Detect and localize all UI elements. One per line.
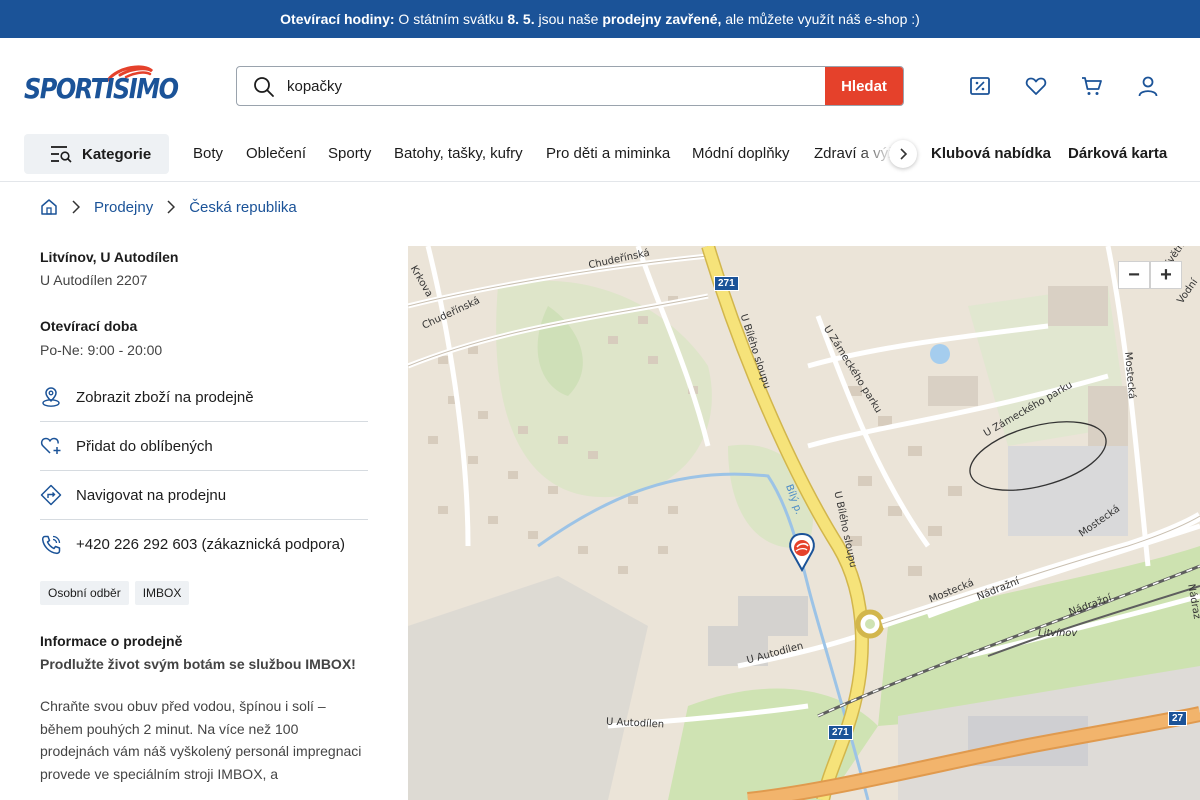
store-info-text: Chraňte svou obuv před vodou, špínou i s… [40,698,362,782]
announcement-date: 8. 5. [507,11,535,27]
cart-icon[interactable] [1080,74,1104,98]
add-to-favorites-link[interactable]: Přidat do oblíbených [40,422,368,471]
breadcrumb-prodejny[interactable]: Prodejny [94,199,153,216]
nav-scroll-right-button[interactable] [889,140,917,168]
hours-title: Otevírací doba [40,318,138,334]
road-badge-271-north: 271 [714,276,739,291]
announcement-text-3: ale můžete využít náš e-shop :) [725,11,920,27]
heart-icon[interactable] [1024,74,1048,98]
breadcrumb: Prodejny Česká republika [40,196,297,218]
opening-hours: Po-Ne: 9:00 - 20:00 [40,342,163,358]
navigate-to-store-label: Navigovat na prodejnu [76,486,227,504]
user-icon[interactable] [1136,74,1160,98]
map-label-litvinov: Litvínov [1038,628,1078,639]
home-icon[interactable] [40,198,58,216]
announcement-bar: Otevírací hodiny: O státním svátku 8. 5.… [0,0,1200,38]
search-input[interactable] [287,67,827,105]
categories-label: Kategorie [82,145,152,163]
announcement-label: Otevírací hodiny: [280,11,395,27]
store-info-subtitle: Prodlužte život svým botám se službou IM… [40,656,356,672]
zoom-in-button[interactable]: + [1150,261,1182,289]
phone-label: +420 226 292 603 (zákaznická podpora) [76,536,345,553]
store-address: U Autodílen 2207 [40,272,148,288]
phone-link[interactable]: +420 226 292 603 (zákaznická podpora) [40,520,368,569]
store-actions: Zobrazit zboží na prodejně Přidat do obl… [40,373,368,569]
store-info-panel: Litvínov, U Autodílen U Autodílen 2207 O… [40,246,368,785]
search-bar: Hledat [236,66,904,106]
nav-item-modni-doplnky[interactable]: Módní doplňky [692,145,790,162]
tag-osobni-odber: Osobní odběr [40,581,129,605]
logo[interactable]: SPORTISIMO [24,65,179,105]
store-name: Litvínov, U Autodílen [40,249,179,265]
nav-item-darkova-karta[interactable]: Dárková karta [1068,145,1167,162]
chevron-right-icon [72,200,80,214]
navigate-to-store-link[interactable]: Navigovat na prodejnu [40,471,368,520]
store-map[interactable]: Chudeřínská Chudeřínská Krkova U Bílého … [408,246,1200,800]
nav-item-obleceni[interactable]: Oblečení [246,145,306,162]
phone-icon [40,534,62,556]
announcement-closed: prodejny zavřené, [602,11,722,27]
chevron-right-icon [167,200,176,214]
search-button[interactable]: Hledat [825,67,903,105]
announcement-text-2: jsou naše [538,11,599,27]
map-zoom-controls: − + [1118,261,1182,289]
main-nav: Kategorie Boty Oblečení Sporty Batohy, t… [0,134,1200,182]
nav-item-deti[interactable]: Pro děti a miminka [546,145,670,162]
heart-plus-icon [40,435,62,457]
road-badge-271-south: 271 [828,725,853,740]
map-canvas [408,246,1200,800]
add-to-favorites-label: Přidat do oblíbených [76,437,213,455]
menu-icon [50,145,72,163]
nav-item-batohy[interactable]: Batohy, tašky, kufry [394,145,523,162]
show-store-goods-link[interactable]: Zobrazit zboží na prodejně [40,373,368,422]
nav-item-boty[interactable]: Boty [193,145,223,162]
zoom-out-button[interactable]: − [1118,261,1150,289]
announcement-text-1: O státním svátku [398,11,504,27]
discount-icon[interactable] [968,74,992,98]
search-icon [253,76,275,103]
chevron-right-icon [900,148,908,160]
categories-button[interactable]: Kategorie [24,134,169,174]
store-info-title: Informace o prodejně [40,633,183,649]
logo-text: SPORTISIMO [24,72,179,105]
store-tags: Osobní odběr IMBOX [40,581,368,605]
tag-imbox: IMBOX [134,581,190,605]
directions-icon [40,484,62,506]
road-badge-27: 27 [1168,711,1188,726]
nav-item-sporty[interactable]: Sporty [328,145,371,162]
header: SPORTISIMO Hledat [0,38,1200,134]
nav-item-klubova-nabidka[interactable]: Klubová nabídka [931,145,1051,162]
breadcrumb-ceska-republika[interactable]: Česká republika [189,199,297,216]
store-pin-icon [40,386,62,408]
show-store-goods-label: Zobrazit zboží na prodejně [76,388,254,406]
